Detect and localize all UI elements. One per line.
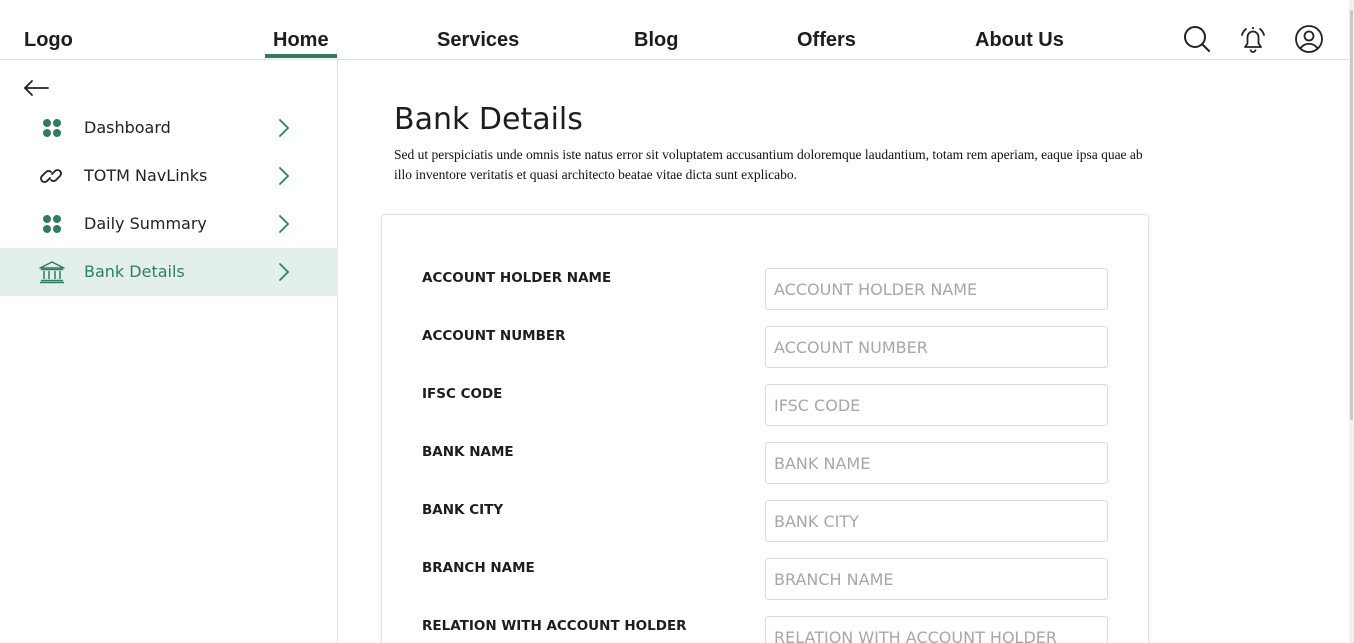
dashboard-icon xyxy=(38,116,66,140)
chevron-right-icon xyxy=(276,116,292,140)
bank-name-label: BANK NAME xyxy=(422,444,514,460)
ifsc-code-input[interactable] xyxy=(765,384,1108,426)
back-arrow-icon[interactable] xyxy=(22,76,50,100)
chevron-right-icon xyxy=(276,212,292,236)
active-nav-indicator xyxy=(265,54,337,58)
nav-services[interactable]: Services xyxy=(437,29,519,52)
sidebar-item-daily-summary[interactable]: Daily Summary xyxy=(0,200,338,248)
sidebar-item-label: Bank Details xyxy=(84,262,185,281)
account-number-input[interactable] xyxy=(765,326,1108,368)
nav-home[interactable]: Home xyxy=(273,29,329,52)
nav-blog[interactable]: Blog xyxy=(634,29,678,52)
bank-icon xyxy=(38,260,66,284)
logo[interactable]: Logo xyxy=(24,29,73,52)
bank-city-input[interactable] xyxy=(765,500,1108,542)
chevron-right-icon xyxy=(276,260,292,284)
sidebar: Dashboard TOTM NavLinks Daily Summary Ba… xyxy=(0,60,338,643)
page-title: Bank Details xyxy=(394,102,583,137)
nav-offers[interactable]: Offers xyxy=(797,29,856,52)
ifsc-code-label: IFSC CODE xyxy=(422,386,503,402)
bank-city-label: BANK CITY xyxy=(422,502,504,518)
sidebar-item-label: TOTM NavLinks xyxy=(84,166,208,185)
bell-icon[interactable] xyxy=(1238,24,1268,54)
sidebar-item-dashboard[interactable]: Dashboard xyxy=(0,104,338,152)
relation-with-account-holder-label: RELATION WITH ACCOUNT HOLDER xyxy=(422,618,687,634)
account-number-label: ACCOUNT NUMBER xyxy=(422,328,566,344)
dashboard-icon xyxy=(38,212,66,236)
scrollbar-thumb[interactable] xyxy=(1350,10,1353,420)
sidebar-item-label: Dashboard xyxy=(84,118,171,137)
account-holder-name-label: ACCOUNT HOLDER NAME xyxy=(422,270,612,286)
top-navbar: Logo Home Services Blog Offers About Us xyxy=(0,0,1354,60)
page-description: Sed ut perspiciatis unde omnis iste natu… xyxy=(394,147,1143,182)
nav-about-us[interactable]: About Us xyxy=(975,29,1064,52)
branch-name-label: BRANCH NAME xyxy=(422,560,535,576)
link-icon xyxy=(38,164,66,188)
sidebar-item-label: Daily Summary xyxy=(84,214,207,233)
relation-with-account-holder-input[interactable] xyxy=(765,616,1108,643)
search-icon[interactable] xyxy=(1182,24,1212,54)
chevron-right-icon xyxy=(276,164,292,188)
account-holder-name-input[interactable] xyxy=(765,268,1108,310)
bank-name-input[interactable] xyxy=(765,442,1108,484)
sidebar-item-totm-navlinks[interactable]: TOTM NavLinks xyxy=(0,152,338,200)
sidebar-item-bank-details[interactable]: Bank Details xyxy=(0,248,338,296)
user-icon[interactable] xyxy=(1294,24,1324,54)
branch-name-input[interactable] xyxy=(765,558,1108,600)
